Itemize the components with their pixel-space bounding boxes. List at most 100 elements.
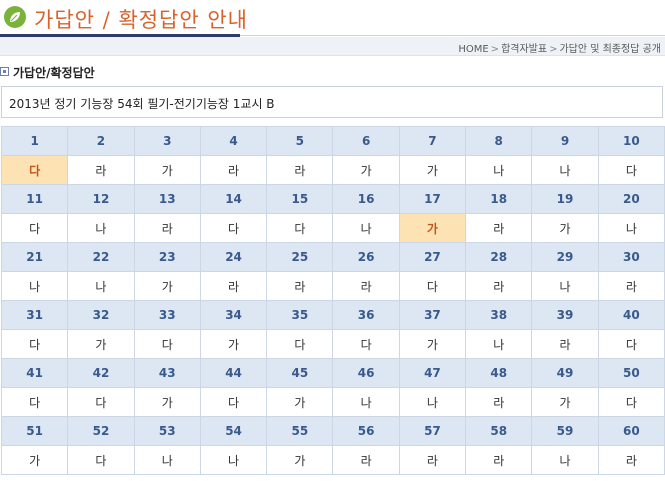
answer-cell: 가	[199, 329, 268, 359]
question-number-cell: 10	[597, 126, 665, 156]
answer-cell: 라	[199, 155, 268, 185]
answer-cell: 나	[0, 271, 69, 301]
question-number-cell: 29	[531, 242, 599, 272]
question-number-cell: 34	[199, 300, 268, 330]
question-number-cell: 13	[133, 184, 201, 214]
question-number-cell: 6	[332, 126, 400, 156]
answer-cell: 다	[199, 387, 268, 417]
answer-cell: 나	[531, 445, 599, 475]
question-number-cell: 20	[597, 184, 665, 214]
answer-cell: 다	[67, 387, 135, 417]
answer-cell: 다	[597, 387, 665, 417]
answer-cell: 다	[0, 213, 69, 243]
question-number-cell: 27	[398, 242, 467, 272]
question-number-cell: 55	[266, 416, 334, 446]
question-number-cell: 46	[332, 358, 400, 388]
question-number-row: 1 2 3 4 5 6 7 8 9 10	[0, 126, 665, 156]
question-number-row: 11 12 13 14 15 16 17 18 19 20	[0, 184, 665, 214]
question-number-cell: 48	[465, 358, 533, 388]
question-number-cell: 41	[0, 358, 69, 388]
question-number-cell: 19	[531, 184, 599, 214]
answer-cell: 나	[133, 445, 201, 475]
answer-cell: 라	[465, 445, 533, 475]
answer-cell: 다	[597, 329, 665, 359]
exam-title: 2013년 정기 기능장 54회 필기-전기기능장 1교시 B	[9, 97, 275, 111]
question-number-cell: 38	[465, 300, 533, 330]
section-title: 가답안/확정답안	[0, 64, 95, 81]
breadcrumb-results[interactable]: 합격자발표	[501, 44, 547, 55]
question-number-cell: 53	[133, 416, 201, 446]
question-number-cell: 50	[597, 358, 665, 388]
breadcrumb: HOME > 합격자발표 > 가답안 및 최종정답 공개	[458, 40, 661, 55]
answer-cell: 가	[531, 213, 599, 243]
answer-cell: 나	[465, 155, 533, 185]
answer-cell: 가	[67, 329, 135, 359]
breadcrumb-separator: >	[490, 44, 500, 55]
question-number-cell: 3	[133, 126, 201, 156]
question-number-cell: 18	[465, 184, 533, 214]
question-number-cell: 35	[266, 300, 334, 330]
question-number-cell: 7	[398, 126, 467, 156]
answer-cell: 라	[398, 445, 467, 475]
answer-cell: 나	[597, 213, 665, 243]
answer-cell: 다	[266, 213, 334, 243]
answer-cell: 가	[398, 329, 467, 359]
question-number-cell: 2	[67, 126, 135, 156]
question-number-cell: 21	[0, 242, 69, 272]
answer-cell: 나	[531, 155, 599, 185]
question-number-row: 21 22 23 24 25 26 27 28 29 30	[0, 242, 665, 272]
answer-cell: 라	[133, 213, 201, 243]
question-number-row: 51 52 53 54 55 56 57 58 59 60	[0, 416, 665, 446]
question-number-cell: 57	[398, 416, 467, 446]
answer-cell: 가	[266, 387, 334, 417]
question-number-cell: 43	[133, 358, 201, 388]
answer-cell: 라	[332, 445, 400, 475]
answer-cell: 라	[597, 271, 665, 301]
answer-row: 가다나나가라라라나라	[0, 445, 665, 475]
answer-row: 다나라다다나가라가나	[0, 213, 665, 243]
question-number-cell: 17	[398, 184, 467, 214]
question-number-cell: 37	[398, 300, 467, 330]
breadcrumb-current[interactable]: 가답안 및 최종정답 공개	[559, 44, 661, 55]
answer-table: 1 2 3 4 5 6 7 8 9 10 다 라 가 라 라 가 가 나 나 다 11 12 13 14 15 16 17 18 19 2…	[0, 126, 665, 475]
question-number-cell: 42	[67, 358, 135, 388]
answer-cell-highlighted: 다	[0, 155, 69, 185]
answer-cell: 가	[531, 387, 599, 417]
answer-cell: 라	[531, 329, 599, 359]
answer-cell: 라	[465, 271, 533, 301]
answer-cell: 가	[332, 155, 400, 185]
answer-row: 다라가라라가가나나다	[0, 155, 665, 185]
answer-cell-highlighted: 가	[398, 213, 467, 243]
answer-cell: 가	[266, 445, 334, 475]
question-number-cell: 5	[266, 126, 334, 156]
answer-cell: 다	[133, 329, 201, 359]
answer-cell: 라	[597, 445, 665, 475]
answer-cell: 다	[0, 387, 69, 417]
question-number-cell: 9	[531, 126, 599, 156]
banner-divider-rest	[240, 35, 665, 36]
question-number-cell: 59	[531, 416, 599, 446]
answer-cell: 나	[199, 445, 268, 475]
breadcrumb-separator: >	[549, 44, 558, 55]
question-number-cell: 56	[332, 416, 400, 446]
question-number-cell: 31	[0, 300, 69, 330]
answer-cell: 나	[67, 213, 135, 243]
answer-cell: 가	[133, 155, 201, 185]
question-number-cell: 12	[67, 184, 135, 214]
answer-row: 다다가다가나나라가다	[0, 387, 665, 417]
question-number-cell: 1	[0, 126, 69, 156]
question-number-cell: 15	[266, 184, 334, 214]
question-number-cell: 52	[67, 416, 135, 446]
answer-cell: 다	[597, 155, 665, 185]
answer-cell: 다	[398, 271, 467, 301]
answer-cell: 라	[67, 155, 135, 185]
question-number-cell: 4	[199, 126, 268, 156]
question-number-cell: 33	[133, 300, 201, 330]
breadcrumb-home[interactable]: HOME	[458, 44, 488, 55]
question-number-cell: 8	[465, 126, 533, 156]
answer-cell: 나	[398, 387, 467, 417]
answer-cell: 나	[67, 271, 135, 301]
section-title-text: 가답안/확정답안	[13, 66, 95, 80]
question-number-cell: 11	[0, 184, 69, 214]
exam-title-box: 2013년 정기 기능장 54회 필기-전기기능장 1교시 B	[1, 86, 663, 118]
